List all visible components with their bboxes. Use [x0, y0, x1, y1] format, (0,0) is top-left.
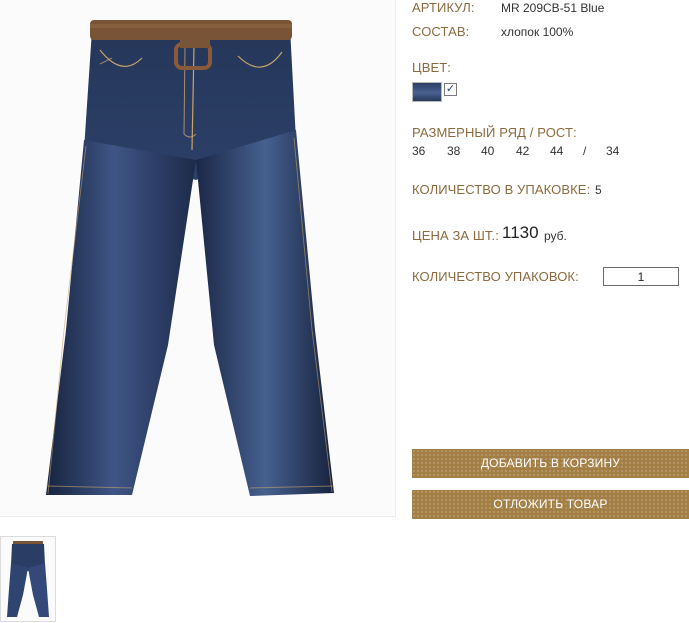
price-value: 1130	[502, 223, 539, 242]
add-to-cart-button[interactable]: ДОБАВИТЬ В КОРЗИНУ	[412, 449, 689, 478]
composition-value: хлопок 100%	[501, 25, 574, 39]
size-item: 36	[412, 144, 426, 158]
size-item: 44	[550, 144, 564, 158]
price-label: ЦЕНА ЗА ШТ.:	[412, 228, 499, 243]
size-separator: /	[583, 144, 587, 158]
color-label: ЦВЕТ:	[412, 60, 452, 75]
pack-quantity-value: 5	[595, 183, 602, 197]
pack-quantity-label: КОЛИЧЕСТВО В УПАКОВКЕ:	[412, 182, 591, 197]
article-label: АРТИКУЛ:	[412, 0, 475, 15]
packs-count-label: КОЛИЧЕСТВО УПАКОВОК:	[412, 269, 579, 284]
size-range-label: РАЗМЕРНЫЙ РЯД / РОСТ:	[412, 125, 577, 140]
size-item: 42	[516, 144, 530, 158]
composition-label: СОСТАВ:	[412, 24, 470, 39]
size-list: 36 38 40 42 44 / 34	[412, 144, 619, 158]
product-main-image[interactable]	[0, 0, 396, 517]
size-item: 40	[481, 144, 495, 158]
color-checkbox[interactable]: ✓	[444, 83, 457, 96]
postpone-button[interactable]: ОТЛОЖИТЬ ТОВАР	[412, 490, 689, 519]
size-item: 38	[447, 144, 461, 158]
jeans-thumbnail-image	[7, 541, 49, 617]
price-currency: руб.	[544, 229, 567, 243]
color-swatch[interactable]	[412, 82, 442, 102]
article-value: MR 209CB-51 Blue	[501, 1, 605, 15]
height-item: 34	[606, 144, 620, 158]
jeans-image	[45, 20, 335, 496]
product-thumbnail[interactable]	[0, 536, 56, 622]
packs-count-input[interactable]	[603, 267, 679, 286]
